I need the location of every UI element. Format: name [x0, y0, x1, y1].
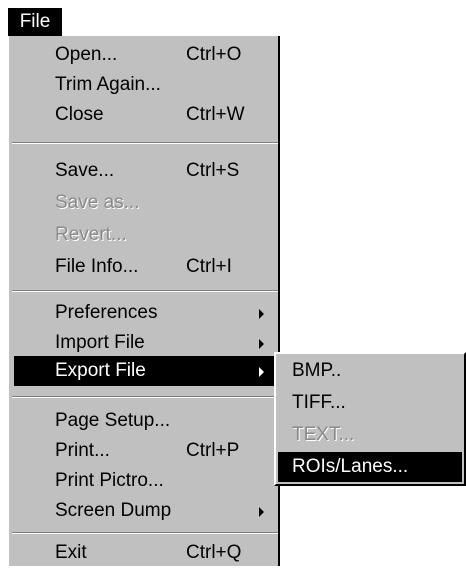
submenu-arrow-icon: [259, 367, 264, 377]
menu-item-print[interactable]: Print... Ctrl+P: [14, 436, 276, 466]
menu-separator: [12, 142, 278, 144]
submenu-item-rois-lanes[interactable]: ROIs/Lanes...: [278, 452, 462, 482]
menu-item-shortcut: Ctrl+S: [186, 160, 240, 181]
menu-item-export-file[interactable]: Export File: [14, 356, 276, 386]
menu-item-label: Preferences: [55, 302, 158, 323]
submenu-arrow-icon: [259, 309, 264, 319]
menu-item-open[interactable]: Open... Ctrl+O: [14, 40, 276, 70]
menu-item-label: Import File: [55, 332, 145, 353]
menu-item-exit[interactable]: Exit Ctrl+Q: [14, 538, 276, 568]
menu-item-label: Print...: [55, 440, 110, 461]
submenu-item-text: TEXT...: [278, 420, 462, 450]
menu-item-shortcut: Ctrl+I: [186, 256, 232, 277]
menu-item-label: Revert...: [55, 224, 127, 245]
menu-item-trim-again[interactable]: Trim Again...: [14, 70, 276, 100]
submenu-item-label: BMP..: [292, 360, 342, 381]
menu-item-shortcut: Ctrl+O: [186, 44, 242, 65]
menu-item-shortcut: Ctrl+Q: [186, 542, 242, 563]
export-file-submenu: BMP.. TIFF... TEXT... ROIs/Lanes...: [274, 352, 466, 486]
menu-item-file-info[interactable]: File Info... Ctrl+I: [14, 252, 276, 282]
menu-item-label: Screen Dump: [55, 500, 172, 521]
submenu-arrow-icon: [259, 339, 264, 349]
menu-item-label: Export File: [55, 360, 146, 381]
file-menu-title[interactable]: File: [8, 8, 62, 36]
menu-item-label: Trim Again...: [55, 74, 161, 95]
menu-item-label: Print Pictro...: [55, 470, 164, 491]
menu-item-shortcut: Ctrl+P: [186, 440, 240, 461]
menu-item-label: Page Setup...: [55, 410, 171, 431]
menu-separator: [12, 396, 278, 398]
menu-separator: [12, 290, 278, 292]
menu-item-close[interactable]: Close Ctrl+W: [14, 100, 276, 130]
submenu-item-label: TEXT...: [292, 424, 355, 445]
menu-item-screen-dump[interactable]: Screen Dump: [14, 496, 276, 526]
submenu-item-tiff[interactable]: TIFF...: [278, 388, 462, 418]
menu-separator: [12, 532, 278, 534]
menu-item-label: Close: [55, 104, 104, 125]
submenu-arrow-icon: [259, 507, 264, 517]
menu-item-shortcut: Ctrl+W: [186, 104, 245, 125]
submenu-item-label: ROIs/Lanes...: [292, 456, 409, 477]
submenu-item-label: TIFF...: [292, 392, 346, 413]
menu-item-label: Save as...: [55, 192, 140, 213]
menu-item-label: Save...: [55, 160, 115, 181]
file-menu: Open... Ctrl+O Trim Again... Close Ctrl+…: [8, 36, 280, 566]
menu-item-save-as: Save as...: [14, 188, 276, 218]
menu-item-print-pictro[interactable]: Print Pictro...: [14, 466, 276, 496]
menu-item-label: File Info...: [55, 256, 139, 277]
menu-item-import-file[interactable]: Import File: [14, 328, 276, 358]
menu-item-preferences[interactable]: Preferences: [14, 298, 276, 328]
submenu-item-bmp[interactable]: BMP..: [278, 356, 462, 386]
menu-item-revert: Revert...: [14, 220, 276, 250]
menu-item-save[interactable]: Save... Ctrl+S: [14, 156, 276, 186]
menu-item-label: Open...: [55, 44, 118, 65]
menu-item-page-setup[interactable]: Page Setup...: [14, 406, 276, 436]
menu-item-label: Exit: [55, 542, 87, 563]
